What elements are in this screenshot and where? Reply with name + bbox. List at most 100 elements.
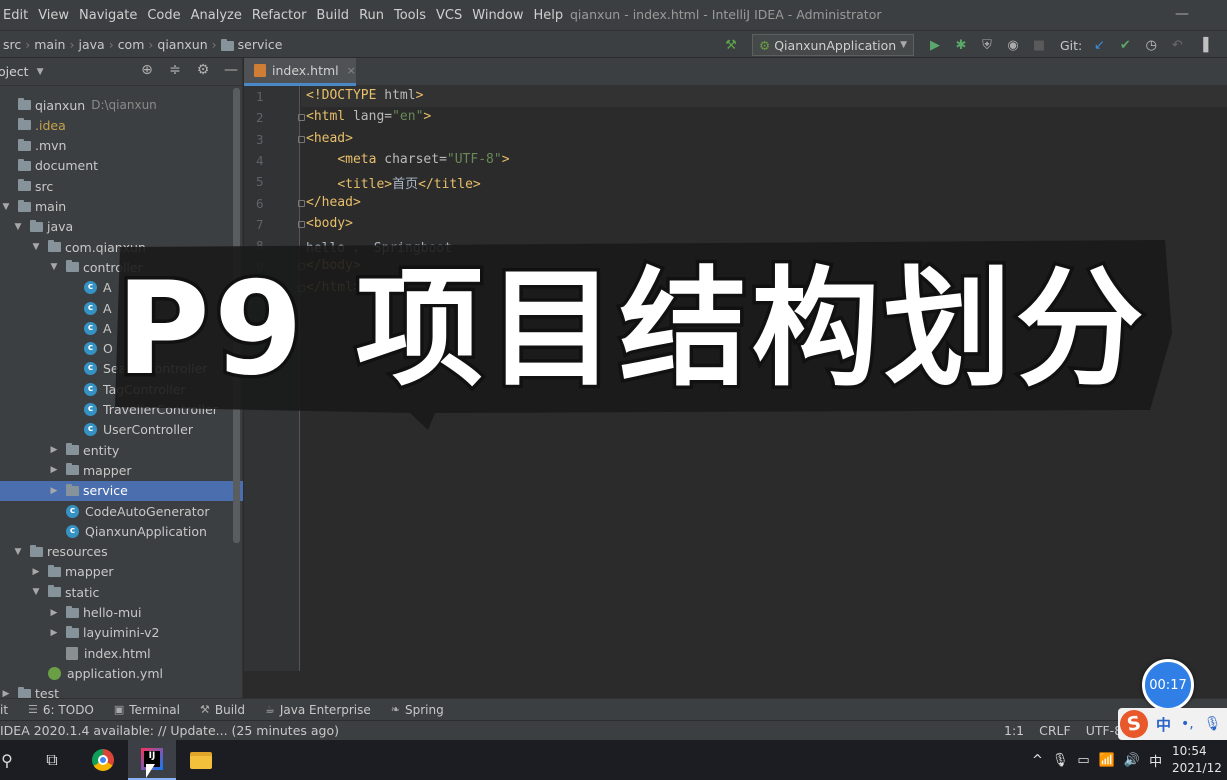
menu-vcs[interactable]: VCS: [431, 8, 467, 23]
search-icon[interactable]: ⚲: [0, 740, 14, 780]
sogou-logo-icon[interactable]: S: [1117, 707, 1151, 741]
chevron-right-icon[interactable]: ▶: [48, 608, 60, 618]
tree-item[interactable]: ▶ hello-mui: [0, 603, 243, 623]
gear-icon[interactable]: ⚙: [192, 62, 214, 78]
breadcrumb-item[interactable]: qianxun: [154, 37, 210, 52]
fold-marker-icon[interactable]: [298, 220, 305, 228]
wifi-icon[interactable]: 📶: [1099, 753, 1115, 768]
file-encoding[interactable]: UTF-8: [1086, 723, 1122, 738]
chevron-right-icon[interactable]: ▶: [48, 628, 60, 638]
tool-window-build[interactable]: ⚒ Build: [200, 703, 245, 717]
profile-icon[interactable]: ◉: [1002, 34, 1024, 56]
menu-tools[interactable]: Tools: [389, 8, 431, 23]
tab-index-html[interactable]: index.html ×: [244, 58, 356, 86]
tree-item[interactable]: ▼ java: [0, 217, 243, 237]
menu-navigate[interactable]: Navigate: [74, 8, 142, 23]
chevron-right-icon[interactable]: ▶: [30, 567, 42, 577]
menu-code[interactable]: Code: [142, 8, 185, 23]
caret-position[interactable]: 1:1: [1004, 723, 1024, 738]
tree-item[interactable]: document: [0, 156, 243, 176]
show-hidden-icons[interactable]: ^: [1032, 753, 1043, 768]
menu-build[interactable]: Build: [311, 8, 354, 23]
chevron-down-icon[interactable]: ▼: [37, 67, 44, 77]
fold-marker-icon[interactable]: [298, 199, 305, 207]
tree-item[interactable]: ▼ main: [0, 197, 243, 217]
tool-window-6-todo[interactable]: ☰ 6: TODO: [28, 703, 94, 717]
status-message[interactable]: IDEA 2020.1.4 available: // Update... (2…: [0, 723, 339, 738]
menu-view[interactable]: View: [33, 8, 74, 23]
code-line[interactable]: <body>: [298, 216, 353, 231]
tree-item[interactable]: c QianxunApplication: [0, 521, 243, 541]
menu-analyze[interactable]: Analyze: [186, 8, 247, 23]
line-separator[interactable]: CRLF: [1039, 723, 1071, 738]
breadcrumb-item[interactable]: service: [218, 37, 286, 52]
hide-icon[interactable]: —: [220, 62, 242, 78]
code-line[interactable]: <!DOCTYPE html>: [306, 88, 423, 103]
tree-item[interactable]: ▶ service: [0, 480, 243, 501]
close-icon[interactable]: ×: [347, 64, 356, 77]
debug-icon[interactable]: ✱: [950, 34, 972, 56]
minimize-button[interactable]: —: [1175, 6, 1189, 22]
tool-window-it[interactable]: it: [0, 703, 8, 717]
hammer-icon[interactable]: ⚒: [720, 34, 742, 56]
menu-run[interactable]: Run: [354, 8, 389, 23]
fold-marker-icon[interactable]: [298, 114, 305, 122]
stop-icon[interactable]: ■: [1028, 34, 1050, 56]
chrome-icon[interactable]: [86, 740, 120, 780]
microphone-icon[interactable]: 🎙: [1052, 753, 1069, 768]
git-update-icon[interactable]: ↙: [1088, 34, 1110, 56]
chevron-right-icon[interactable]: ▶: [48, 486, 60, 496]
menu-help[interactable]: Help: [529, 8, 569, 23]
tree-item[interactable]: c CodeAutoGenerator: [0, 501, 243, 521]
breadcrumb-item[interactable]: com: [115, 37, 148, 52]
task-view-icon[interactable]: ⧉: [38, 740, 66, 780]
tree-item[interactable]: ▶ mapper: [0, 460, 243, 480]
code-line[interactable]: <title>首页</title>: [306, 173, 480, 192]
layout-icon[interactable]: ▐: [1192, 34, 1214, 56]
tree-item[interactable]: application.yml: [0, 663, 243, 683]
chevron-right-icon[interactable]: ▶: [48, 465, 60, 475]
input-language-icon[interactable]: 中: [1149, 751, 1162, 770]
coverage-icon[interactable]: ⛨: [976, 34, 998, 56]
tree-item[interactable]: src: [0, 176, 243, 196]
microphone-icon[interactable]: 🎙: [1204, 716, 1222, 732]
code-line[interactable]: <html lang="en">: [298, 109, 431, 124]
tree-item[interactable]: qianxun D:\qianxun: [0, 95, 243, 115]
run-configuration-select[interactable]: ⚙ QianxunApplication ▼: [752, 34, 914, 56]
git-commit-icon[interactable]: ✔: [1114, 34, 1136, 56]
tree-item[interactable]: ▶ entity: [0, 440, 243, 460]
chevron-down-icon[interactable]: ▼: [12, 547, 24, 557]
menu-refactor[interactable]: Refactor: [247, 8, 312, 23]
tool-window-java-enterprise[interactable]: ☕ Java Enterprise: [265, 703, 371, 717]
volume-icon[interactable]: 🔊: [1124, 753, 1140, 768]
fold-marker-icon[interactable]: [298, 135, 305, 143]
chevron-down-icon[interactable]: ▼: [30, 242, 42, 252]
tree-item[interactable]: .idea: [0, 115, 243, 135]
code-line[interactable]: <meta charset="UTF-8">: [306, 152, 509, 167]
breadcrumb-item[interactable]: src: [0, 37, 24, 52]
locate-icon[interactable]: ⊕: [136, 62, 158, 78]
tool-window-terminal[interactable]: ▣ Terminal: [114, 703, 180, 717]
recording-timer[interactable]: 00:17: [1142, 659, 1194, 711]
ime-language[interactable]: 中: [1156, 714, 1171, 735]
chevron-down-icon[interactable]: ▼: [48, 262, 60, 272]
battery-icon[interactable]: ▭: [1077, 753, 1089, 768]
breadcrumb-item[interactable]: java: [75, 37, 107, 52]
project-view-label[interactable]: oject: [0, 64, 29, 79]
chevron-right-icon[interactable]: ▶: [48, 445, 60, 455]
tree-item[interactable]: ▶ layuimini-v2: [0, 623, 243, 643]
menu-window[interactable]: Window: [467, 8, 528, 23]
tree-item[interactable]: .mvn: [0, 136, 243, 156]
tool-window-spring[interactable]: ❧ Spring: [391, 703, 444, 717]
ime-punctuation[interactable]: •,: [1181, 716, 1194, 732]
menu-edit[interactable]: Edit: [0, 8, 33, 23]
file-explorer-icon[interactable]: [186, 740, 216, 780]
chevron-down-icon[interactable]: ▼: [0, 202, 12, 212]
code-line[interactable]: <head>: [298, 131, 353, 146]
tree-item[interactable]: index.html: [0, 643, 243, 663]
chevron-down-icon[interactable]: ▼: [30, 587, 42, 597]
history-icon[interactable]: ◷: [1140, 34, 1162, 56]
chevron-down-icon[interactable]: ▼: [12, 222, 24, 232]
rollback-icon[interactable]: ↶: [1166, 34, 1188, 56]
tree-item[interactable]: ▼ resources: [0, 542, 243, 562]
